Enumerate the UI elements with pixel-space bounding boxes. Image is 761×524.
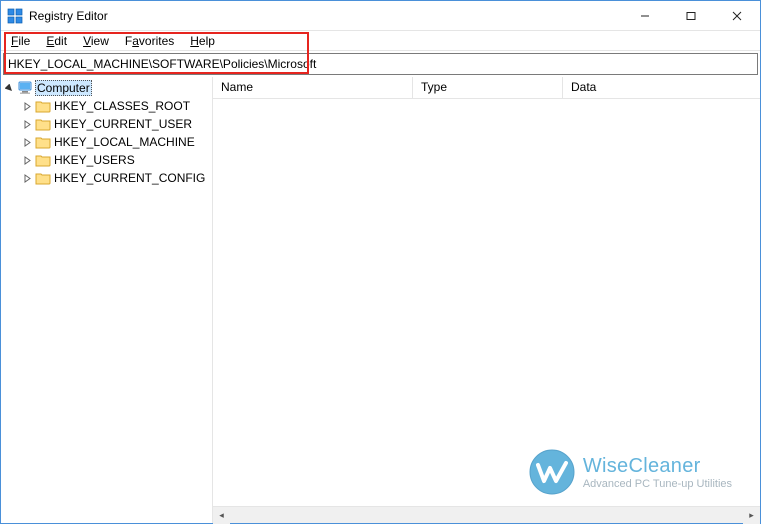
titlebar: Registry Editor	[1, 1, 760, 31]
expander-icon[interactable]	[21, 172, 33, 184]
address-bar[interactable]	[3, 53, 758, 75]
folder-icon	[35, 117, 51, 131]
registry-editor-icon	[7, 8, 23, 24]
column-name[interactable]: Name	[213, 77, 413, 98]
watermark-logo: WiseCleaner Advanced PC Tune-up Utilitie…	[529, 449, 732, 495]
expander-icon[interactable]	[21, 118, 33, 130]
column-type[interactable]: Type	[413, 77, 563, 98]
watermark-brand: WiseCleaner	[583, 455, 732, 478]
window-controls	[622, 1, 760, 31]
menu-file[interactable]: File	[5, 34, 36, 48]
tree-hive-label: HKEY_CURRENT_CONFIG	[53, 171, 206, 185]
tree-hive-hkcu[interactable]: HKEY_CURRENT_USER	[19, 115, 212, 133]
values-list[interactable]	[213, 99, 760, 506]
close-button[interactable]	[714, 1, 760, 31]
menu-edit[interactable]: Edit	[40, 34, 73, 48]
watermark-text: WiseCleaner Advanced PC Tune-up Utilitie…	[583, 455, 732, 490]
folder-icon	[35, 99, 51, 113]
expander-icon[interactable]	[21, 136, 33, 148]
window-title: Registry Editor	[29, 9, 108, 23]
tree-hive-hkcr[interactable]: HKEY_CLASSES_ROOT	[19, 97, 212, 115]
tree-hive-label: HKEY_CLASSES_ROOT	[53, 99, 191, 113]
minimize-button[interactable]	[622, 1, 668, 31]
maximize-button[interactable]	[668, 1, 714, 31]
tree-hive-hkcc[interactable]: HKEY_CURRENT_CONFIG	[19, 169, 212, 187]
expander-icon[interactable]	[21, 100, 33, 112]
scroll-right-arrow[interactable]: ▸	[743, 507, 760, 524]
tree-root-computer[interactable]: Computer	[1, 79, 212, 97]
expander-icon[interactable]	[3, 82, 15, 94]
tree-hive-label: HKEY_CURRENT_USER	[53, 117, 193, 131]
address-input[interactable]	[8, 57, 753, 71]
wisecleaner-icon	[529, 449, 575, 495]
menu-view[interactable]: View	[77, 34, 115, 48]
tree-root-label: Computer	[35, 80, 92, 96]
tree-hive-label: HKEY_LOCAL_MACHINE	[53, 135, 196, 149]
menu-bar: File Edit View Favorites Help	[1, 31, 760, 51]
scroll-left-arrow[interactable]: ◂	[213, 507, 230, 524]
computer-icon	[17, 81, 33, 95]
watermark-tagline: Advanced PC Tune-up Utilities	[583, 478, 732, 490]
tree-panel[interactable]: Computer HKEY_CLASSES_ROOT HKEY_CURRENT_…	[1, 77, 213, 523]
menu-favorites[interactable]: Favorites	[119, 34, 180, 48]
column-data[interactable]: Data	[563, 77, 760, 98]
column-headers: Name Type Data	[213, 77, 760, 99]
menu-file-rest: ile	[18, 34, 30, 48]
folder-icon	[35, 135, 51, 149]
folder-icon	[35, 171, 51, 185]
menu-help[interactable]: Help	[184, 34, 221, 48]
folder-icon	[35, 153, 51, 167]
scroll-track[interactable]	[230, 507, 743, 523]
expander-icon[interactable]	[21, 154, 33, 166]
tree-hive-hku[interactable]: HKEY_USERS	[19, 151, 212, 169]
tree-hive-label: HKEY_USERS	[53, 153, 136, 167]
tree-hive-hklm[interactable]: HKEY_LOCAL_MACHINE	[19, 133, 212, 151]
horizontal-scrollbar[interactable]: ◂ ▸	[213, 506, 760, 523]
